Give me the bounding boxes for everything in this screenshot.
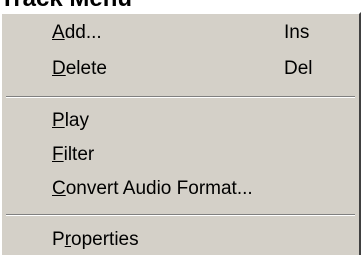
menu-item-filter-text: ilter [63,144,95,165]
menu-item-add-text: dd... [64,22,102,43]
menu-item-filter-label: Filter [52,138,94,172]
menu-item-properties-text: operties [71,229,139,250]
menu-title: Track Menu [0,0,132,11]
context-menu: Add... Ins Delete Del Play Filter Conver… [0,12,361,255]
menu-item-delete[interactable]: Delete Del [2,52,359,86]
menu-item-properties-prefix: P [52,229,65,250]
menu-item-add[interactable]: Add... Ins [2,16,359,50]
menu-item-add-shortcut: Ins [284,22,310,43]
menu-item-add-label: Add... [52,16,102,50]
menu-item-properties-label: Properties [52,223,139,257]
menu-title-strip: Track Menu [0,0,361,12]
menu-item-delete-shortcut: Del [284,58,313,79]
menu-separator [6,96,355,98]
menu-item-convert-audio-format-mnemonic: C [52,178,66,199]
menu-item-filter-mnemonic: F [52,144,64,165]
menu-item-delete-label: Delete [52,52,107,86]
menu-item-play-text: lay [64,110,89,131]
menu-item-convert-audio-format[interactable]: Convert Audio Format... [2,172,359,206]
menu-item-convert-audio-format-text: onvert Audio Format... [65,178,253,199]
menu-item-play-mnemonic: P [52,110,65,131]
menu-item-convert-audio-format-label: Convert Audio Format... [52,172,253,206]
menu-item-play[interactable]: Play [2,104,359,138]
menu-item-filter[interactable]: Filter [2,138,359,172]
menu-separator [6,214,355,216]
menu-item-properties[interactable]: Properties [2,223,359,257]
menu-item-play-label: Play [52,104,89,138]
menu-item-add-mnemonic: A [52,22,65,43]
menu-item-delete-mnemonic: D [52,58,66,79]
menu-item-delete-text: elete [65,58,107,79]
